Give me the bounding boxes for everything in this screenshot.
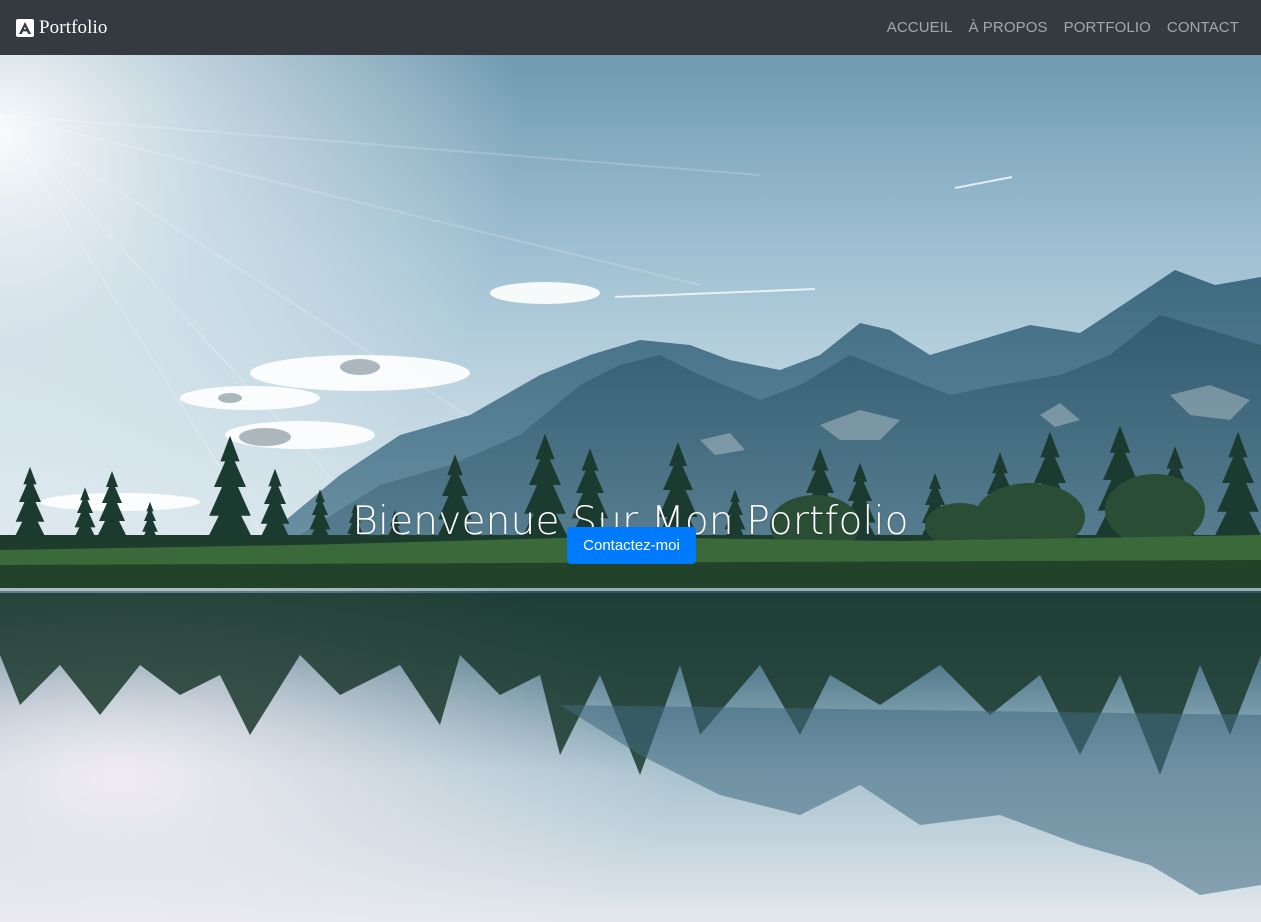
- contact-button[interactable]: Contactez-moi: [567, 527, 696, 564]
- nav-link-portfolio[interactable]: PORTFOLIO: [1064, 19, 1151, 36]
- hero-background-image: [0, 55, 1261, 922]
- nav-link-contact[interactable]: CONTACT: [1167, 19, 1239, 36]
- hero-section: Bienvenue Sur Mon Portfolio Contactez-mo…: [0, 55, 1261, 922]
- brand-name: Portfolio: [39, 16, 108, 38]
- top-navbar: Portfolio ACCUEIL À PROPOS PORTFOLIO CON…: [0, 0, 1261, 55]
- nav-link-a-propos[interactable]: À PROPOS: [968, 19, 1047, 36]
- brand-link[interactable]: Portfolio: [16, 17, 107, 39]
- nav-links: ACCUEIL À PROPOS PORTFOLIO CONTACT: [887, 19, 1239, 36]
- a-logo-icon: [16, 18, 34, 37]
- nav-link-accueil[interactable]: ACCUEIL: [887, 19, 953, 36]
